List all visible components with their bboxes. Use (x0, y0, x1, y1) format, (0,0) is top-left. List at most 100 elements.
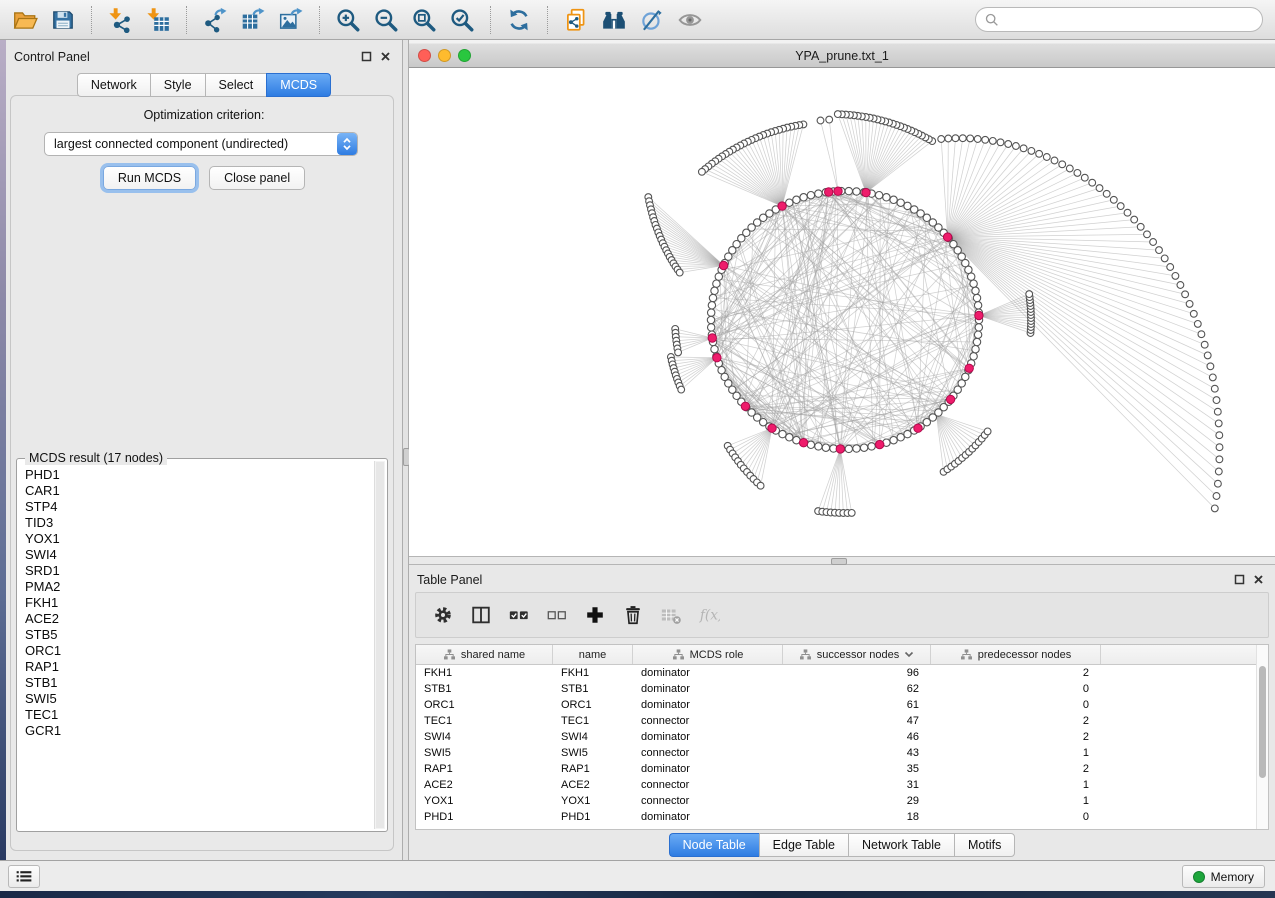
mcds-list-item[interactable]: YOX1 (19, 531, 374, 547)
mcds-list-item[interactable]: RAP1 (19, 659, 374, 675)
network-node-selected[interactable] (965, 364, 973, 372)
mcds-list-item[interactable]: GCR1 (19, 723, 374, 739)
search-input[interactable] (1004, 12, 1254, 28)
refresh-layout-button[interactable] (502, 4, 536, 36)
table-row[interactable]: TEC1TEC1connector472 (416, 713, 1268, 729)
table-row[interactable]: RAP1RAP1dominator352 (416, 761, 1268, 777)
network-window-titlebar[interactable]: YPA_prune.txt_1 (409, 43, 1275, 68)
table-row[interactable]: ACE2ACE2connector311 (416, 777, 1268, 793)
table-row[interactable]: SWI4SWI4dominator462 (416, 729, 1268, 745)
network-node-selected[interactable] (836, 445, 844, 453)
column-header-predecessor-nodes[interactable]: predecessor nodes (931, 645, 1101, 664)
column-header-name[interactable]: name (553, 645, 633, 664)
optimization-select[interactable]: largest connected component (undirected) (44, 132, 358, 156)
network-node-selected[interactable] (825, 188, 833, 196)
table-row[interactable]: FKH1FKH1dominator962 (416, 665, 1268, 681)
tab-select[interactable]: Select (205, 73, 267, 97)
export-image-button[interactable] (274, 4, 308, 36)
mcds-list-item[interactable]: TID3 (19, 515, 374, 531)
network-node-selected[interactable] (741, 402, 749, 410)
import-table-button[interactable] (141, 4, 175, 36)
add-column-button[interactable] (580, 600, 610, 630)
delete-table-button[interactable] (656, 600, 686, 630)
network-node-selected[interactable] (862, 188, 870, 196)
import-network-button[interactable] (103, 4, 137, 36)
mcds-list-item[interactable]: FKH1 (19, 595, 374, 611)
save-button[interactable] (46, 4, 80, 36)
mcds-list-scrollbar[interactable] (374, 461, 385, 829)
status-menu-button[interactable] (8, 865, 40, 888)
table-scrollbar-thumb[interactable] (1259, 666, 1266, 778)
export-network-button[interactable] (198, 4, 232, 36)
table-settings-button[interactable] (428, 600, 458, 630)
select-all-button[interactable] (504, 600, 534, 630)
mcds-list-item[interactable]: ORC1 (19, 643, 374, 659)
column-header-MCDS-role[interactable]: MCDS role (633, 645, 783, 664)
export-table-button[interactable] (236, 4, 270, 36)
network-node-selected[interactable] (946, 395, 954, 403)
run-mcds-button[interactable]: Run MCDS (103, 166, 196, 190)
column-header-shared-name[interactable]: shared name (416, 645, 553, 664)
function-builder-button[interactable]: f(x) (694, 600, 724, 630)
table-row[interactable]: PHD1PHD1dominator180 (416, 809, 1268, 825)
zoom-in-button[interactable] (331, 4, 365, 36)
network-node-selected[interactable] (876, 440, 884, 448)
table-row[interactable]: ORC1ORC1dominator610 (416, 697, 1268, 713)
float-table-panel-icon[interactable] (1234, 574, 1246, 586)
horizontal-splitter[interactable] (409, 556, 1275, 565)
network-node-selected[interactable] (768, 424, 776, 432)
open-button[interactable] (8, 4, 42, 36)
network-node-selected[interactable] (799, 439, 807, 447)
deselect-all-button[interactable] (542, 600, 572, 630)
share-document-button[interactable] (559, 4, 593, 36)
zoom-out-button[interactable] (369, 4, 403, 36)
close-panel-button[interactable]: Close panel (209, 166, 305, 190)
show-eye-button[interactable] (673, 4, 707, 36)
mcds-list-item[interactable]: SRD1 (19, 563, 374, 579)
zoom-fit-button[interactable] (407, 4, 441, 36)
network-node-selected[interactable] (713, 354, 721, 362)
window-zoom-icon[interactable] (458, 49, 471, 62)
column-layout-button[interactable] (466, 600, 496, 630)
search-network-button[interactable] (597, 4, 631, 36)
mcds-list-item[interactable]: STB1 (19, 675, 374, 691)
mcds-list-item[interactable]: CAR1 (19, 483, 374, 499)
column-header-successor-nodes[interactable]: successor nodes (783, 645, 931, 664)
mcds-list-item[interactable]: STP4 (19, 499, 374, 515)
network-node-selected[interactable] (943, 233, 951, 241)
tab-motifs[interactable]: Motifs (954, 833, 1015, 857)
table-row[interactable]: STB1STB1dominator620 (416, 681, 1268, 697)
tab-network-table[interactable]: Network Table (848, 833, 954, 857)
mcds-list-item[interactable]: STB5 (19, 627, 374, 643)
network-node-selected[interactable] (834, 187, 842, 195)
network-node-selected[interactable] (914, 424, 922, 432)
mcds-list-item[interactable]: TEC1 (19, 707, 374, 723)
graphics-details-button[interactable] (635, 4, 669, 36)
delete-column-button[interactable] (618, 600, 648, 630)
mcds-list-item[interactable]: SWI5 (19, 691, 374, 707)
close-table-panel-icon[interactable] (1253, 574, 1265, 586)
mcds-list-item[interactable]: PMA2 (19, 579, 374, 595)
tab-mcds[interactable]: MCDS (266, 73, 331, 97)
network-node-selected[interactable] (975, 311, 983, 319)
mcds-list-item[interactable]: SWI4 (19, 547, 374, 563)
tab-edge-table[interactable]: Edge Table (759, 833, 848, 857)
tab-node-table[interactable]: Node Table (669, 833, 759, 857)
mcds-list-item[interactable]: ACE2 (19, 611, 374, 627)
vertical-splitter[interactable] (402, 40, 409, 860)
table-scrollbar[interactable] (1256, 645, 1268, 829)
close-panel-icon[interactable] (380, 51, 392, 63)
memory-button[interactable]: Memory (1182, 865, 1265, 888)
zoom-selected-button[interactable] (445, 4, 479, 36)
network-canvas[interactable] (409, 68, 1275, 556)
network-node-selected[interactable] (708, 334, 716, 342)
table-row[interactable]: YOX1YOX1connector291 (416, 793, 1268, 809)
network-canvas-svg[interactable] (409, 68, 1275, 556)
horizontal-splitter-grip[interactable] (831, 558, 847, 565)
network-node-selected[interactable] (719, 261, 727, 269)
float-panel-icon[interactable] (361, 51, 373, 63)
tab-network[interactable]: Network (77, 73, 150, 97)
mcds-list-item[interactable]: PHD1 (19, 467, 374, 483)
tab-style[interactable]: Style (150, 73, 205, 97)
window-minimize-icon[interactable] (438, 49, 451, 62)
